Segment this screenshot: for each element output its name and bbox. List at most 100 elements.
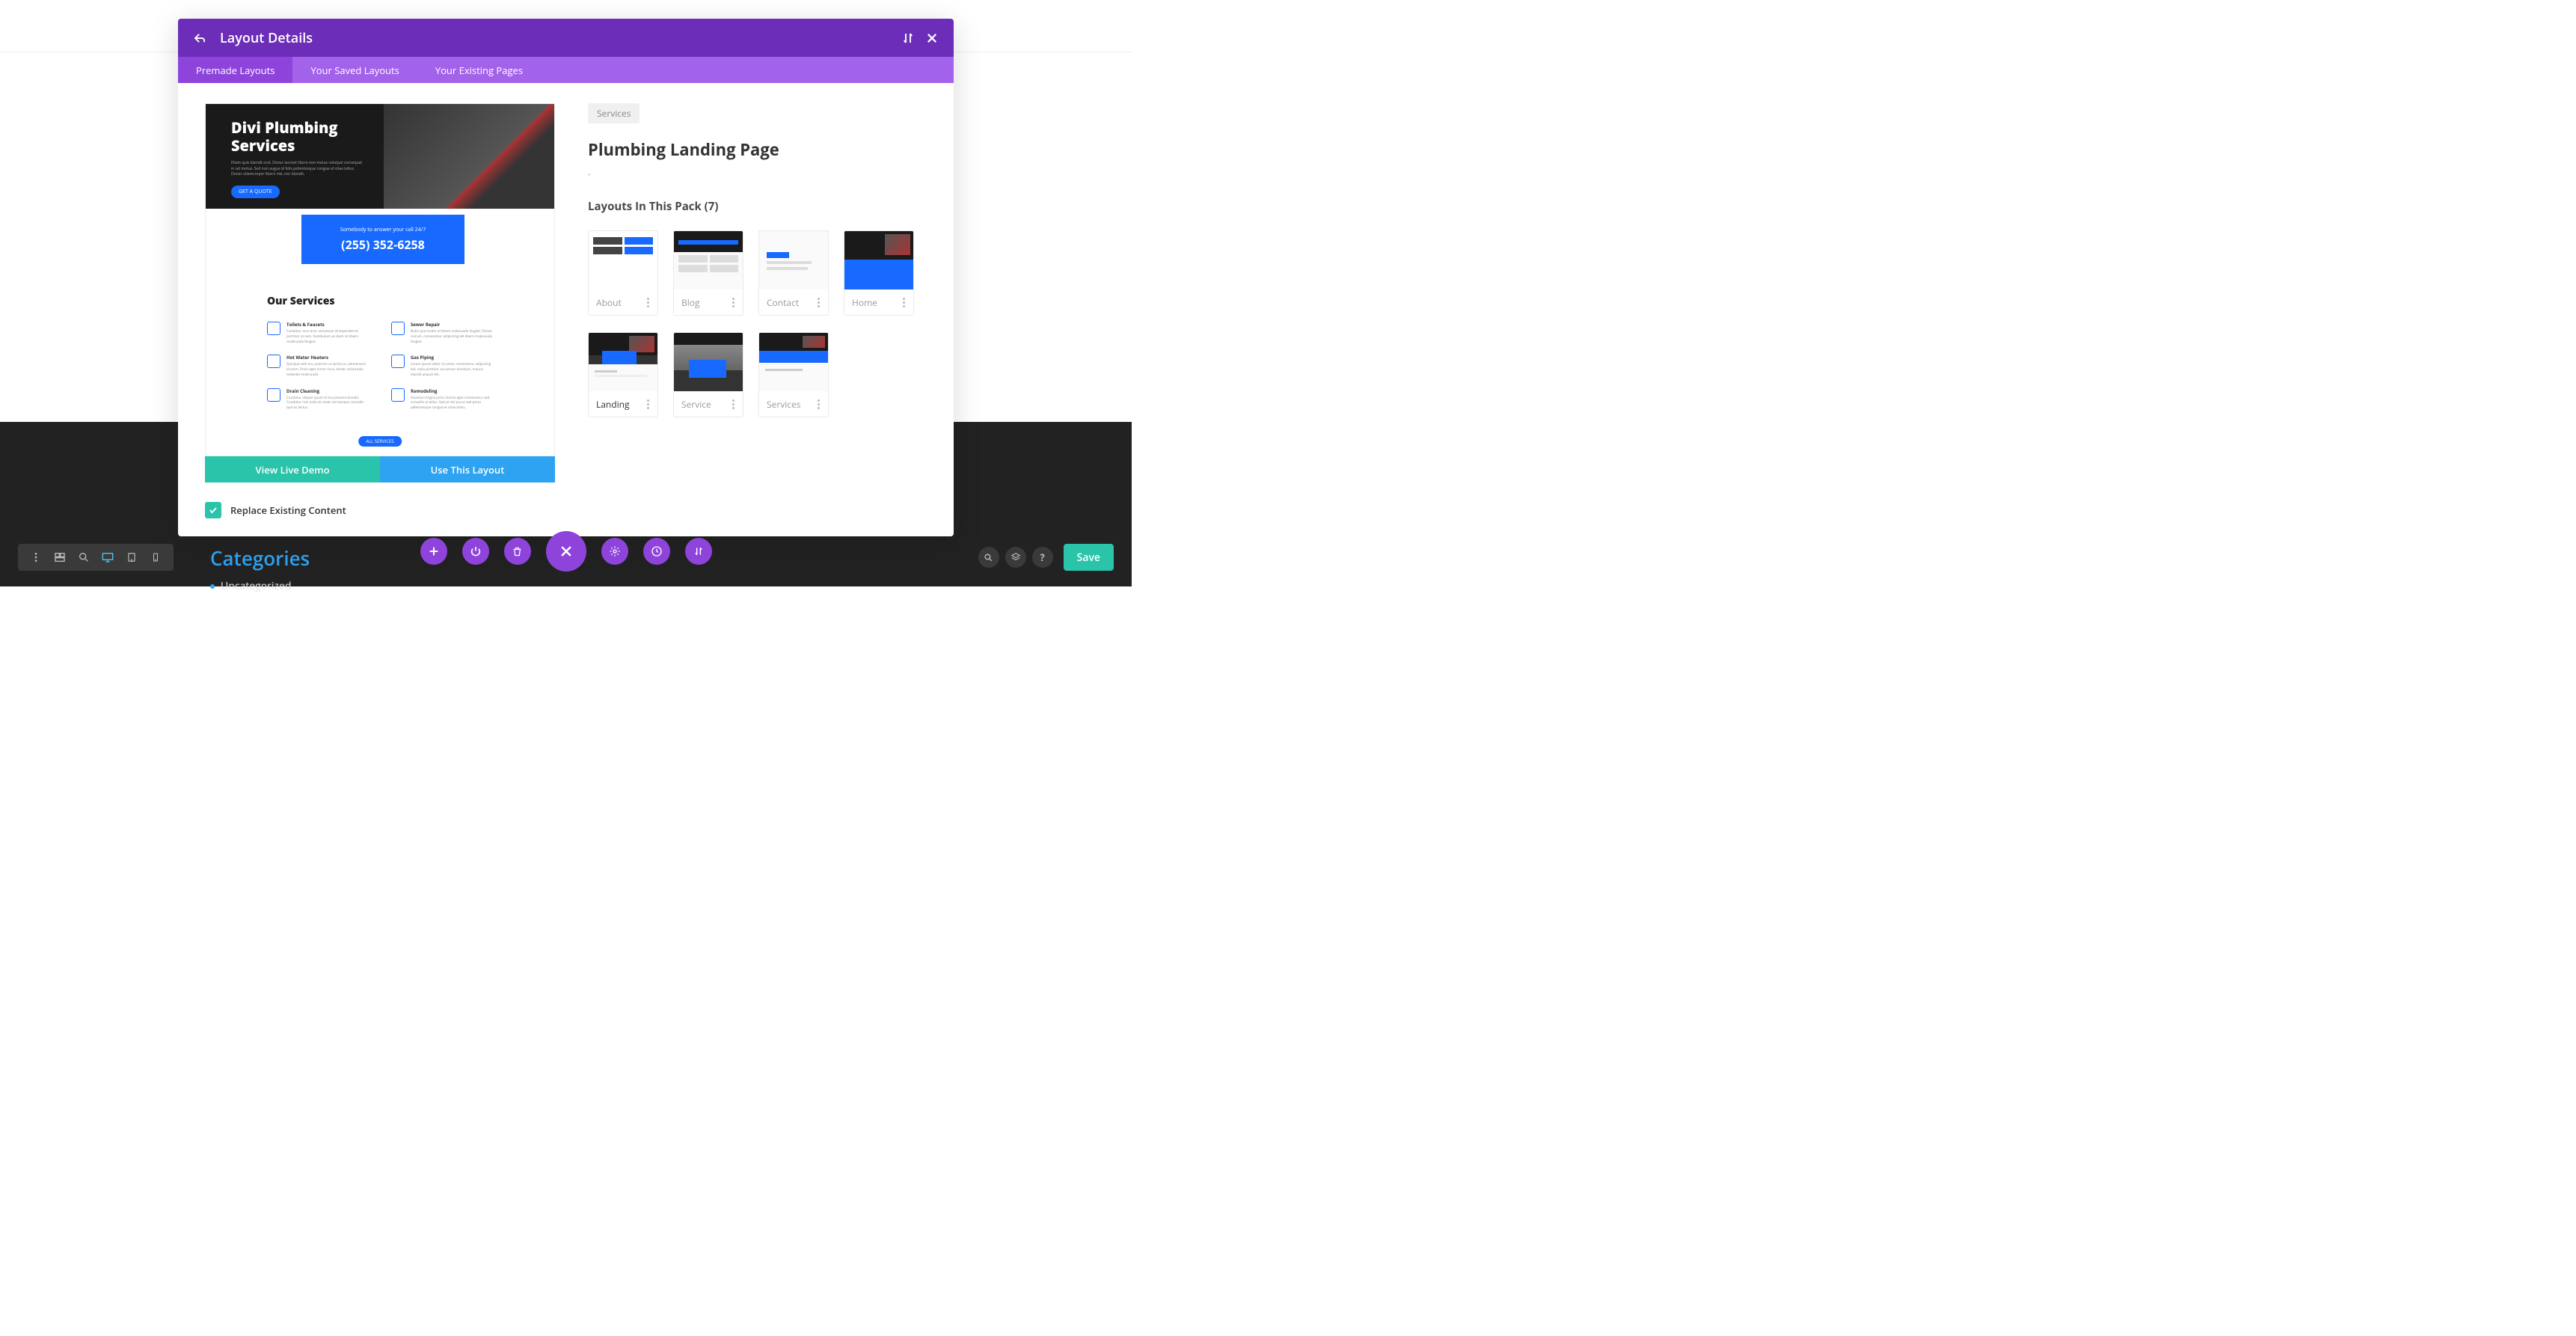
preview-phone-number: (255) 352-6258 — [341, 236, 425, 253]
delete-button[interactable] — [504, 538, 531, 565]
more-icon[interactable] — [732, 298, 735, 307]
more-icon[interactable] — [732, 399, 735, 409]
preview-services: Our Services Toilets & FaucetsCurabitur … — [267, 294, 493, 411]
builder-center-controls — [420, 531, 712, 572]
more-icon[interactable] — [818, 298, 821, 307]
more-icon[interactable] — [903, 298, 906, 307]
service-title: Toilets & Faucets — [286, 322, 369, 328]
service-title: Sewer Repair — [411, 322, 493, 328]
tab-premade-layouts[interactable]: Premade Layouts — [178, 57, 292, 83]
replace-content-label: Replace Existing Content — [230, 503, 346, 517]
preview-all-services-btn: ALL SERVICES — [358, 436, 402, 447]
view-live-demo-button[interactable]: View Live Demo — [205, 456, 380, 482]
search-icon[interactable] — [978, 547, 999, 568]
service-body: Curabitur aliquet quam id dui posuere bl… — [286, 396, 369, 411]
service-body: Vivamus magna justo, lacinia eget consec… — [411, 396, 493, 411]
preview-hero: Divi Plumbing Services Etiam quis blandi… — [206, 104, 554, 209]
layout-details-modal: Layout Details Premade Layouts Your Save… — [178, 19, 954, 536]
layout-title: Plumbing Landing Page — [588, 138, 927, 161]
modal-body: Divi Plumbing Services Etiam quis blandi… — [178, 83, 954, 536]
service-title: Remodeling — [411, 388, 493, 394]
builder-right-controls: ? Save — [978, 544, 1114, 571]
help-icon[interactable]: ? — [1032, 547, 1053, 568]
more-icon[interactable] — [818, 399, 821, 409]
pack-card-home[interactable]: Home — [844, 230, 914, 316]
tab-your-saved-layouts[interactable]: Your Saved Layouts — [292, 57, 417, 83]
phone-view-icon[interactable] — [144, 545, 168, 569]
modal-title: Layout Details — [220, 29, 891, 47]
pack-label: Blog — [681, 296, 732, 309]
detail-column: Services Plumbing Landing Page . Layouts… — [588, 103, 927, 518]
pack-thumb — [589, 333, 657, 391]
service-title: Gas Piping — [411, 355, 493, 361]
preview-hero-photo — [384, 104, 554, 209]
pack-thumb — [589, 231, 657, 289]
preview-hero-desc: Etiam quis blandit erat. Donec laoreet l… — [231, 161, 366, 178]
categories-heading: Categories — [210, 545, 310, 572]
pack-label: Service — [681, 398, 732, 411]
preview-service-item: Hot Water HeatersQuisque velit nisi, pre… — [267, 355, 369, 377]
pack-label: Home — [852, 296, 903, 309]
history-button[interactable] — [643, 538, 670, 565]
pack-label: Landing — [596, 398, 647, 411]
pack-card-about[interactable]: About — [588, 230, 658, 316]
pack-card-services[interactable]: Services — [758, 332, 829, 417]
tab-your-existing-pages[interactable]: Your Existing Pages — [417, 57, 541, 83]
service-body: Lorem ipsum dolor sit amet, consectetur … — [411, 362, 493, 377]
pack-thumb — [759, 231, 828, 289]
preview-phone-label: Somebody to answer your call 24/7 — [340, 227, 426, 233]
layers-icon[interactable] — [1005, 547, 1026, 568]
tablet-view-icon[interactable] — [120, 545, 144, 569]
sort-icon[interactable] — [901, 31, 915, 45]
more-icon[interactable] — [647, 298, 650, 307]
service-title: Hot Water Heaters — [286, 355, 369, 361]
preview-hero-title: Divi Plumbing Services — [231, 119, 351, 155]
service-body: Nulla quis lorem ut libero malesuada feu… — [411, 329, 493, 344]
service-icon — [391, 322, 405, 335]
use-this-layout-button[interactable]: Use This Layout — [380, 456, 555, 482]
category-item[interactable]: Uncategorized — [210, 579, 310, 593]
pack-thumb — [674, 231, 743, 289]
check-icon — [209, 506, 218, 515]
pack-label: About — [596, 296, 647, 309]
preview-cta: GET A QUOTE — [231, 186, 280, 198]
layout-preview-thumbnail: Divi Plumbing Services Etiam quis blandi… — [205, 103, 555, 456]
close-icon[interactable] — [925, 31, 939, 45]
preview-service-item: Toilets & FaucetsCurabitur arcu erat, ac… — [267, 322, 369, 344]
replace-content-row: Replace Existing Content — [205, 502, 555, 518]
pack-thumb — [844, 231, 913, 289]
preview-services-grid: Toilets & FaucetsCurabitur arcu erat, ac… — [267, 322, 493, 411]
modal-header: Layout Details — [178, 19, 954, 57]
categories-block: Categories Uncategorized — [210, 545, 310, 593]
category-tag[interactable]: Services — [588, 103, 640, 123]
more-icon[interactable] — [647, 399, 650, 409]
zoom-icon[interactable] — [72, 545, 96, 569]
preview-services-heading: Our Services — [267, 294, 493, 308]
add-button[interactable] — [420, 538, 447, 565]
close-builder-button[interactable] — [546, 531, 586, 572]
more-options-icon[interactable] — [24, 545, 48, 569]
pack-heading: Layouts In This Pack (7) — [588, 199, 927, 214]
preview-phone-block: Somebody to answer your call 24/7 (255) … — [301, 215, 464, 264]
center-toggle-wrap — [546, 531, 586, 572]
pack-card-blog[interactable]: Blog — [673, 230, 743, 316]
pack-card-service[interactable]: Service — [673, 332, 743, 417]
settings-button[interactable] — [601, 538, 628, 565]
pack-thumb — [759, 333, 828, 391]
pack-label: Services — [767, 398, 818, 411]
replace-content-checkbox[interactable] — [205, 502, 221, 518]
service-icon — [267, 388, 280, 402]
desktop-view-icon[interactable] — [96, 545, 120, 569]
preview-service-item: Remodeling Vivamus magna justo, lacinia e… — [391, 388, 493, 411]
wireframe-view-icon[interactable] — [48, 545, 72, 569]
pack-card-contact[interactable]: Contact — [758, 230, 829, 316]
back-arrow-icon[interactable] — [193, 31, 206, 45]
save-button[interactable]: Save — [1064, 544, 1114, 571]
preview-service-item: Sewer RepairNulla quis lorem ut libero m… — [391, 322, 493, 344]
pack-card-landing[interactable]: Landing — [588, 332, 658, 417]
power-button[interactable] — [462, 538, 489, 565]
preview-service-item: Drain Cleaning Curabitur aliquet quam id … — [267, 388, 369, 411]
service-title: Drain Cleaning — [286, 388, 369, 394]
portability-button[interactable] — [685, 538, 712, 565]
pack-grid: About Blog Contact Home Landing — [588, 230, 927, 417]
